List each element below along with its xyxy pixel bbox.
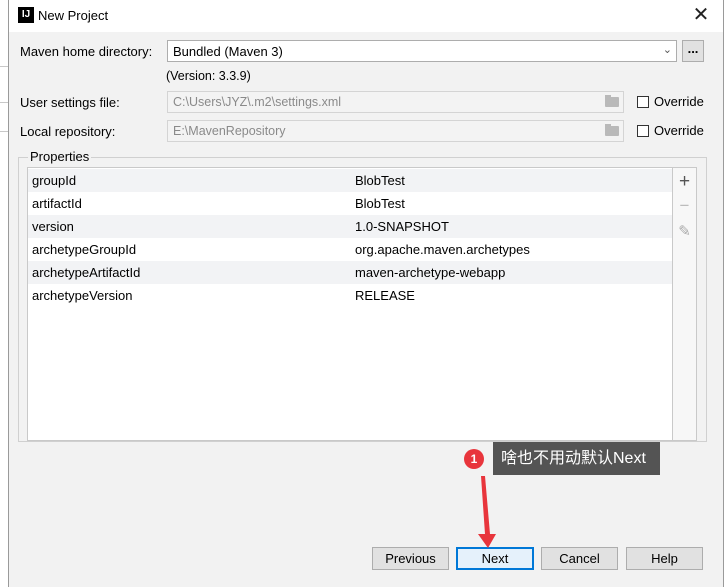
property-value: 1.0-SNAPSHOT: [355, 219, 449, 234]
user-settings-label: User settings file:: [20, 95, 120, 110]
table-row[interactable]: archetypeVersion RELEASE: [28, 284, 672, 307]
properties-toolbar: + − ✎: [673, 167, 697, 441]
properties-table[interactable]: groupId BlobTest artifactId BlobTest ver…: [27, 167, 673, 441]
ellipsis-icon: ...: [687, 41, 699, 56]
table-row[interactable]: archetypeGroupId org.apache.maven.archet…: [28, 238, 672, 261]
maven-home-dropdown[interactable]: Bundled (Maven 3) ⌄: [167, 40, 677, 62]
table-row[interactable]: artifactId BlobTest: [28, 192, 672, 215]
property-value: RELEASE: [355, 288, 415, 303]
folder-icon: [605, 124, 619, 136]
property-value: BlobTest: [355, 173, 405, 188]
property-value: org.apache.maven.archetypes: [355, 242, 530, 257]
annotation-badge: 1: [464, 449, 484, 469]
properties-title: Properties: [28, 149, 92, 164]
help-button[interactable]: Help: [626, 547, 703, 570]
user-settings-value: C:\Users\JYZ\.m2\settings.xml: [173, 95, 342, 109]
property-key: archetypeGroupId: [32, 242, 137, 257]
property-key: archetypeVersion: [32, 288, 133, 303]
local-repo-field[interactable]: E:\MavenRepository: [167, 120, 624, 142]
override-settings-label: Override: [654, 94, 704, 109]
title-bar: IJ New Project ✕: [9, 0, 723, 32]
property-value: BlobTest: [355, 196, 405, 211]
folder-icon: [605, 95, 619, 107]
table-row[interactable]: archetypeArtifactId maven-archetype-weba…: [28, 261, 672, 284]
chevron-down-icon: ⌄: [662, 44, 672, 56]
table-row[interactable]: groupId BlobTest: [28, 169, 672, 192]
previous-label: Previous: [385, 551, 436, 566]
annotation-tooltip: 啥也不用动默认Next: [493, 442, 660, 475]
local-repo-label: Local repository:: [20, 124, 116, 139]
cancel-button[interactable]: Cancel: [541, 547, 618, 570]
next-button[interactable]: Next: [456, 547, 534, 570]
table-row[interactable]: version 1.0-SNAPSHOT: [28, 215, 672, 238]
help-label: Help: [651, 551, 678, 566]
property-key: version: [32, 219, 74, 234]
add-icon[interactable]: +: [673, 171, 696, 193]
property-key: groupId: [32, 173, 77, 188]
next-label: Next: [481, 551, 509, 566]
cancel-label: Cancel: [559, 551, 600, 566]
previous-button[interactable]: Previous: [372, 547, 449, 570]
property-key: artifactId: [32, 196, 82, 211]
new-project-dialog: IJ New Project ✕ Maven home directory: B…: [8, 0, 724, 587]
browse-button[interactable]: ...: [682, 40, 704, 62]
user-settings-field[interactable]: C:\Users\JYZ\.m2\settings.xml: [167, 91, 624, 113]
edit-icon[interactable]: ✎: [673, 222, 696, 240]
close-button[interactable]: ✕: [679, 0, 723, 32]
remove-icon[interactable]: −: [673, 196, 696, 216]
override-settings-checkbox[interactable]: [637, 96, 649, 108]
override-repo-checkbox[interactable]: [637, 125, 649, 137]
maven-home-label: Maven home directory:: [20, 44, 153, 59]
close-icon: ✕: [692, 4, 710, 26]
property-value: maven-archetype-webapp: [355, 265, 506, 280]
intellij-app-icon: IJ: [18, 7, 34, 23]
maven-version-text: (Version: 3.3.9): [166, 69, 251, 83]
override-repo-label: Override: [654, 123, 704, 138]
property-key: archetypeArtifactId: [32, 265, 141, 280]
window-title: New Project: [38, 8, 109, 23]
maven-home-value: Bundled (Maven 3): [173, 44, 283, 59]
local-repo-value: E:\MavenRepository: [173, 124, 286, 138]
